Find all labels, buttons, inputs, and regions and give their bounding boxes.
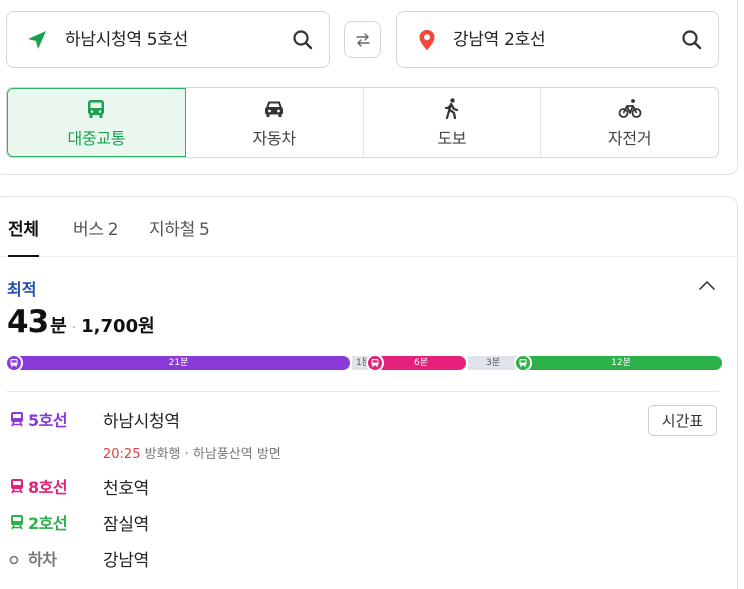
tab-label: 대중교통 xyxy=(67,128,126,148)
swap-route-button[interactable] xyxy=(344,21,381,58)
transport-mode-tabs: 대중교통 자동차 도보 자전거 xyxy=(6,87,719,158)
tab-bus[interactable]: 버스 2 xyxy=(73,215,119,240)
origin-field[interactable]: 하남시청역 5호선 xyxy=(6,11,330,68)
car-icon xyxy=(265,101,284,117)
line-name: 하차 xyxy=(28,550,57,569)
tab-label: 도보 xyxy=(437,128,467,148)
segment-line8: 6분 xyxy=(376,356,466,370)
origin-label: 하남시청역 5호선 xyxy=(65,30,188,50)
segment-walk-2: 3분 xyxy=(468,356,518,370)
route-result-panel: 전체 버스 2 지하철 5 최적 43 분 · 1,700원 21분 1분 6분 3… xyxy=(0,196,739,589)
result-filter-tabs: 전체 버스 2 지하철 5 xyxy=(0,197,739,257)
tab-bus-count: 2 xyxy=(107,220,119,240)
tab-subway[interactable]: 지하철 5 xyxy=(149,215,210,240)
divider xyxy=(7,391,719,392)
station-name: 강남역 xyxy=(103,550,150,571)
tab-label: 자동차 xyxy=(252,128,296,148)
segment-line2: 12분 xyxy=(520,356,722,370)
destination-label: 강남역 2호선 xyxy=(453,30,546,50)
timetable-button[interactable]: 시간표 xyxy=(648,405,717,436)
line-name: 2호선 xyxy=(28,514,68,533)
chevron-up-icon[interactable] xyxy=(697,277,717,293)
total-minutes: 43 xyxy=(7,304,49,340)
tab-public-transit[interactable]: 대중교통 xyxy=(7,88,186,157)
route-progress-bar: 21분 1분 6분 3분 12분 xyxy=(5,354,722,372)
line-name: 5호선 xyxy=(28,411,68,430)
tab-bicycle[interactable]: 자전거 xyxy=(541,88,718,157)
navigation-arrow-icon xyxy=(28,31,46,49)
tab-walk[interactable]: 도보 xyxy=(364,88,542,157)
subway-icon xyxy=(11,479,23,494)
departure-time: 20:25 xyxy=(103,447,141,462)
best-route-badge: 최적 xyxy=(7,280,37,299)
fare: 1,700원 xyxy=(81,316,155,337)
destination-field[interactable]: 강남역 2호선 xyxy=(396,11,719,68)
departure-detail: 20:25 방화행 · 하남풍산역 방면 xyxy=(103,443,281,462)
tab-subway-count: 5 xyxy=(199,220,210,240)
tab-all[interactable]: 전체 xyxy=(8,215,39,257)
destination-search-icon[interactable] xyxy=(680,28,704,52)
station-name: 잠실역 xyxy=(103,514,150,535)
bicycle-icon xyxy=(618,98,642,118)
circle-icon xyxy=(9,555,19,565)
line-name: 8호선 xyxy=(28,478,68,497)
station-name: 하남시청역 xyxy=(103,411,180,432)
subway-icon xyxy=(514,354,532,372)
step-line8[interactable]: 8호선 천호역 xyxy=(9,474,149,499)
bus-icon xyxy=(88,99,105,118)
subway-icon xyxy=(11,412,23,427)
subway-icon xyxy=(11,515,23,530)
swap-icon xyxy=(355,32,370,47)
walk-icon xyxy=(444,97,458,119)
station-name: 천호역 xyxy=(103,478,150,499)
minutes-unit: 분 xyxy=(50,316,67,337)
direction-text: 방화행 · 하남풍산역 방면 xyxy=(144,447,281,462)
tab-all-label: 전체 xyxy=(8,220,39,240)
subway-icon xyxy=(5,354,23,372)
tab-car[interactable]: 자동차 xyxy=(186,88,364,157)
location-pin-icon xyxy=(419,30,435,50)
segment-line5: 21분 xyxy=(7,356,350,370)
tab-bus-label: 버스 xyxy=(73,220,104,240)
step-line5[interactable]: 5호선 하남시청역 xyxy=(9,407,180,432)
route-summary: 43 분 · 1,700원 xyxy=(7,304,155,340)
tab-subway-label: 지하철 xyxy=(149,220,196,240)
step-alight[interactable]: 하차 강남역 xyxy=(9,546,149,571)
tab-label: 자전거 xyxy=(607,128,652,148)
step-line2[interactable]: 2호선 잠실역 xyxy=(9,510,149,535)
separator-dot: · xyxy=(71,320,77,336)
origin-search-icon[interactable] xyxy=(291,28,315,52)
subway-icon xyxy=(366,354,384,372)
